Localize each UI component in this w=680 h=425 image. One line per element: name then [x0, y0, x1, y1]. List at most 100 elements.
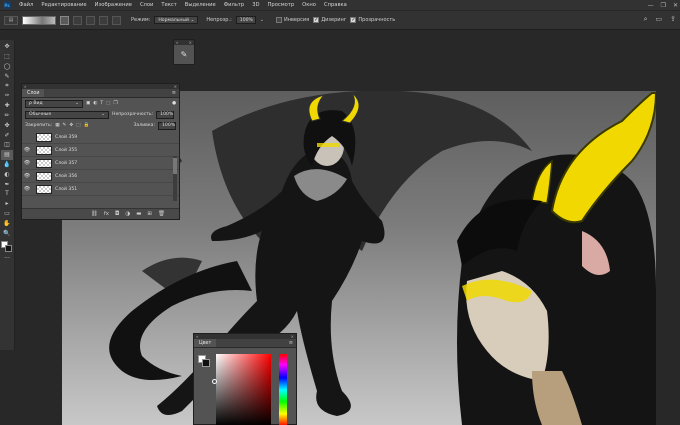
layer-row[interactable]: 👁 Слой 355: [22, 144, 179, 157]
link-icon[interactable]: ⛓: [91, 211, 98, 217]
dodge-icon[interactable]: ◐: [1, 169, 13, 179]
panel-menu-icon[interactable]: ≡: [289, 340, 293, 346]
layer-opacity-field[interactable]: 100%: [156, 110, 175, 119]
radial-gradient-button[interactable]: [73, 15, 82, 25]
minimize-icon[interactable]: —: [648, 2, 654, 9]
blur-icon[interactable]: 💧: [1, 160, 13, 170]
adjustment-icon[interactable]: ◑: [125, 211, 130, 217]
zoom-icon[interactable]: 🔍: [1, 228, 13, 238]
pen-icon[interactable]: ✒: [1, 179, 13, 189]
tab-color[interactable]: Цвет: [194, 339, 217, 347]
history-brush-icon[interactable]: ✐: [1, 130, 13, 140]
menu-view[interactable]: Просмотр: [264, 2, 299, 8]
gradient-preview[interactable]: [22, 15, 56, 25]
angle-gradient-button[interactable]: [86, 15, 95, 25]
image-filter-icon[interactable]: ▣: [86, 101, 90, 106]
close-icon[interactable]: ×: [189, 40, 192, 45]
reflected-gradient-button[interactable]: [99, 15, 108, 25]
menu-file[interactable]: Файл: [15, 2, 37, 8]
move-icon[interactable]: ✥: [1, 42, 13, 52]
brush-icon[interactable]: ✏: [1, 111, 13, 121]
share-icon[interactable]: ⇪: [670, 15, 676, 24]
smart-filter-icon[interactable]: ❐: [114, 101, 118, 106]
fill-field[interactable]: 100%: [158, 121, 176, 130]
quick-select-icon[interactable]: ✎: [1, 71, 13, 81]
menu-select[interactable]: Выделение: [181, 2, 220, 8]
layer-row[interactable]: 👁 Слой 351: [22, 183, 179, 196]
lock-artboard-icon[interactable]: ⬚: [76, 123, 80, 128]
visibility-eye-icon[interactable]: 👁: [22, 147, 32, 153]
eraser-icon[interactable]: ◫: [1, 140, 13, 150]
crop-icon[interactable]: ⌗: [1, 81, 13, 91]
tool-preset-picker[interactable]: ▤: [4, 15, 18, 25]
invert-option[interactable]: Инверсия: [275, 17, 309, 23]
mode-dropdown[interactable]: Нормальный ⌄: [154, 16, 199, 24]
panel-menu-icon[interactable]: ≡: [172, 90, 176, 96]
shape-filter-icon[interactable]: ⬚: [106, 101, 110, 106]
menu-type[interactable]: Текст: [157, 2, 180, 8]
collapse-icon[interactable]: »: [176, 40, 178, 45]
hand-icon[interactable]: ✋: [1, 218, 13, 228]
close-icon[interactable]: ×: [174, 84, 177, 89]
adjustment-filter-icon[interactable]: ◐: [93, 101, 97, 106]
eyedropper-icon[interactable]: ✑: [1, 91, 13, 101]
layer-row[interactable]: 👁 Слой 356: [22, 170, 179, 183]
workspace-icon[interactable]: ▭: [656, 15, 663, 24]
lock-transparent-icon[interactable]: ▦: [55, 123, 59, 128]
marquee-icon[interactable]: ⬚: [1, 52, 13, 62]
menu-3d[interactable]: 3D: [248, 2, 263, 8]
stamp-icon[interactable]: ✤: [1, 120, 13, 130]
close-icon[interactable]: ✕: [673, 2, 678, 9]
lasso-icon[interactable]: ◯: [1, 62, 13, 72]
menu-help[interactable]: Справка: [320, 2, 351, 8]
linear-gradient-button[interactable]: [60, 15, 69, 25]
filter-toggle-icon[interactable]: ●: [172, 101, 176, 106]
folder-icon[interactable]: ▬: [136, 211, 141, 217]
layer-filter-dropdown[interactable]: ρ Вид ⌄: [25, 99, 83, 108]
menu-image[interactable]: Изображение: [91, 2, 136, 8]
lock-move-icon[interactable]: ✥: [69, 123, 73, 128]
chevron-down-icon[interactable]: ⌄: [260, 17, 264, 23]
new-layer-icon[interactable]: ⊞: [147, 211, 152, 217]
menu-filter[interactable]: Фильтр: [220, 2, 249, 8]
more-icon[interactable]: ···: [1, 254, 13, 264]
transparency-checkbox[interactable]: ✓: [350, 17, 357, 23]
close-icon[interactable]: ×: [291, 334, 294, 339]
layer-row[interactable]: Слой 359: [22, 131, 179, 144]
search-icon[interactable]: ⌕: [644, 15, 648, 24]
gradient-icon[interactable]: ▤: [1, 149, 13, 160]
layer-row[interactable]: 👁 Слой 357: [22, 157, 179, 170]
tab-layers[interactable]: Слои: [22, 89, 45, 97]
visibility-eye-icon[interactable]: 👁: [22, 160, 32, 166]
visibility-eye-icon[interactable]: 👁: [22, 173, 32, 179]
background-color-swatch[interactable]: [5, 244, 12, 252]
fx-icon[interactable]: fx: [104, 211, 109, 217]
hue-slider[interactable]: [279, 354, 287, 425]
trash-icon[interactable]: 🗑: [158, 211, 165, 217]
menu-window[interactable]: Окно: [298, 2, 320, 8]
menu-edit[interactable]: Редактирование: [37, 2, 90, 8]
lock-all-icon[interactable]: 🔒: [84, 123, 90, 128]
lock-paint-icon[interactable]: ✎: [63, 123, 67, 128]
color-picker-cursor[interactable]: [212, 379, 217, 384]
blend-mode-dropdown[interactable]: Обычные ⌄: [25, 110, 109, 119]
healing-icon[interactable]: ✚: [1, 101, 13, 111]
restore-icon[interactable]: ❐: [661, 2, 666, 9]
color-picker-field[interactable]: [216, 354, 271, 425]
invert-checkbox[interactable]: [275, 17, 282, 23]
type-filter-icon[interactable]: T: [100, 101, 103, 106]
brush-settings-icon[interactable]: ✎: [174, 45, 194, 63]
diamond-gradient-button[interactable]: [112, 15, 121, 25]
background-color-swatch[interactable]: [202, 359, 210, 367]
opacity-field[interactable]: 100%: [235, 16, 256, 24]
transparency-option[interactable]: ✓ Прозрачность: [350, 17, 395, 23]
layers-scroll-thumb[interactable]: [173, 158, 177, 174]
mask-icon[interactable]: ◘: [115, 211, 119, 217]
menu-layers[interactable]: Слои: [136, 2, 157, 8]
path-select-icon[interactable]: ▸: [1, 199, 13, 209]
type-icon[interactable]: T: [1, 189, 13, 199]
dither-option[interactable]: ✓ Дизеринг: [313, 17, 346, 23]
visibility-eye-icon[interactable]: 👁: [22, 186, 32, 192]
dither-checkbox[interactable]: ✓: [313, 17, 320, 23]
shape-icon[interactable]: ▭: [1, 209, 13, 219]
